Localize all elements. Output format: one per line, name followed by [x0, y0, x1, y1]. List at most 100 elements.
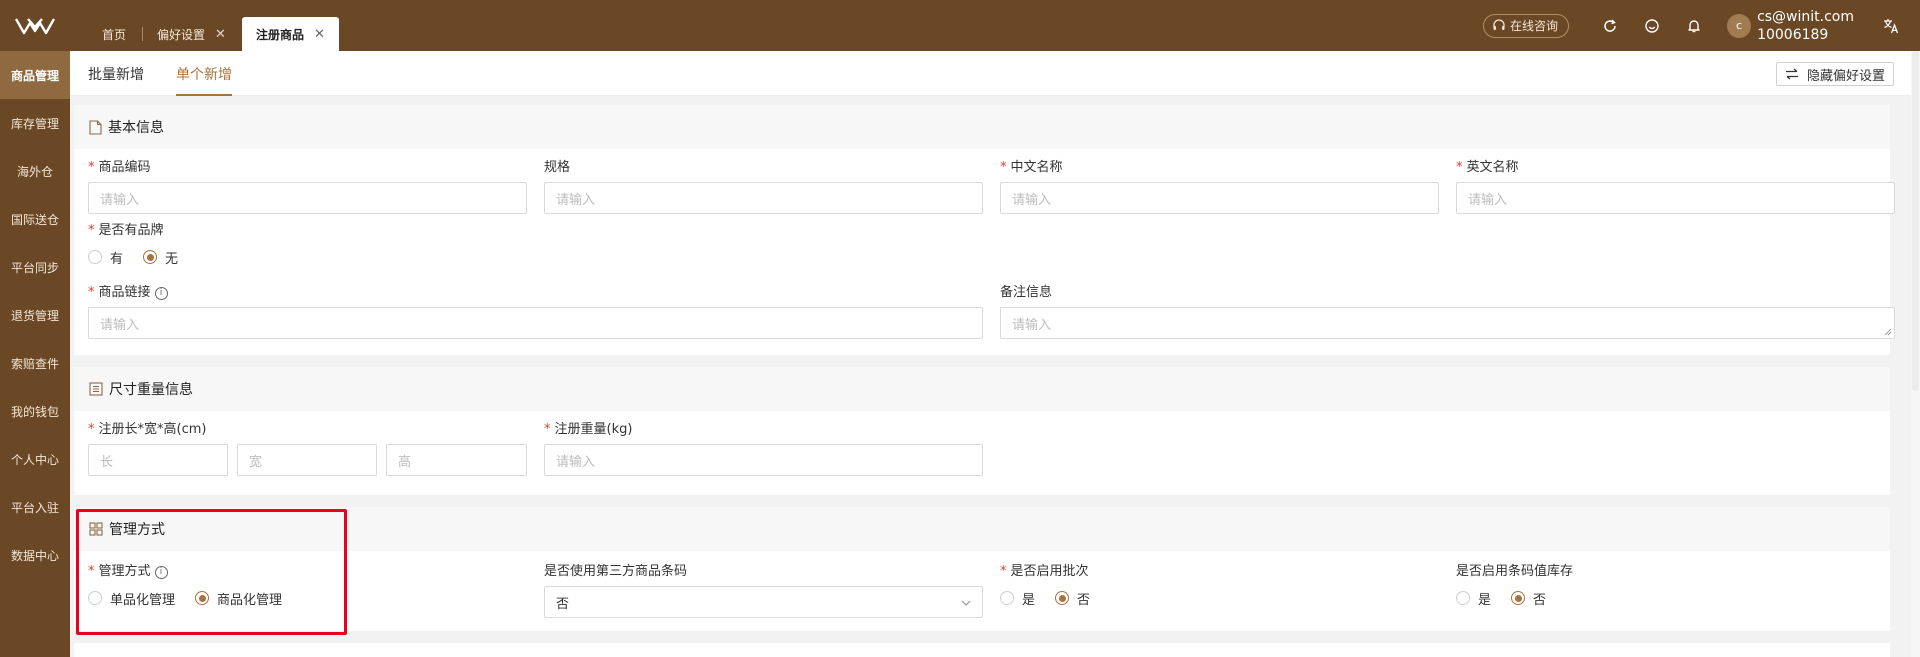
avatar: c	[1727, 13, 1752, 38]
user-id: 10006189	[1757, 26, 1829, 43]
dimensions-inputs: 长 宽 高	[88, 439, 527, 476]
field-label-text: 是否使用第三方商品条码	[544, 564, 688, 579]
chinese-name-input[interactable]: 请输入	[1000, 182, 1439, 214]
sidebar-item-overseas-warehouse[interactable]: 海外仓	[0, 147, 70, 195]
sidebar-item-wallet[interactable]: 我的钱包	[0, 387, 70, 435]
placeholder: 请输入	[100, 317, 140, 333]
hide-preferences-button[interactable]: 隐藏偏好设置	[1775, 62, 1894, 86]
brand-no-radio[interactable]: 无	[143, 248, 178, 267]
radio-circle	[1456, 591, 1470, 605]
sidebar-item-product-management[interactable]: 商品管理	[0, 51, 70, 99]
chinese-name-field: * 中文名称 请输入	[1000, 159, 1439, 214]
page-tabs: 首页 偏好设置 ✕ 注册商品 ✕	[88, 0, 341, 51]
batch-no-radio[interactable]: 否	[1055, 589, 1090, 608]
online-consult-button[interactable]: 在线咨询	[1483, 13, 1570, 38]
required-mark: *	[544, 422, 551, 437]
field-label-text: 英文名称	[1466, 160, 1519, 175]
sidebar-item-personal-center[interactable]: 个人中心	[0, 435, 70, 483]
scrollbar-thumb[interactable]	[1912, 51, 1919, 391]
placeholder: 高	[398, 454, 412, 470]
field-label: 是否启用条码值库存	[1456, 563, 1756, 581]
resize-handle-icon[interactable]	[1884, 328, 1892, 336]
sidebar-item-inventory[interactable]: 库存管理	[0, 99, 70, 147]
close-icon[interactable]: ✕	[215, 27, 226, 42]
placeholder: 请输入	[556, 454, 596, 470]
third-party-barcode-select[interactable]: 否	[544, 586, 983, 618]
barcode-inventory-radio-group: 是 否	[1456, 589, 1756, 608]
field-label: 规格	[544, 159, 983, 177]
sidebar-item-international-delivery[interactable]: 国际送仓	[0, 195, 70, 243]
batch-yes-radio[interactable]: 是	[1000, 589, 1035, 608]
sub-tab-bar: 批量新增 单个新增 隐藏偏好设置	[70, 51, 1920, 96]
logo[interactable]	[0, 0, 70, 51]
dimensions-field: * 注册长*宽*高(cm) 长 宽 高	[88, 421, 527, 476]
placeholder: 请输入	[1012, 317, 1052, 333]
top-bar: 首页 偏好设置 ✕ 注册商品 ✕ 在线咨询 c cs@winit.com 10006…	[0, 0, 1920, 51]
tab-preferences[interactable]: 偏好设置 ✕	[143, 17, 240, 51]
barcode-yes-radio[interactable]: 是	[1456, 589, 1491, 608]
info-icon[interactable]: i	[154, 286, 168, 300]
brand-yes-radio[interactable]: 有	[88, 248, 123, 267]
spec-field: 规格 请输入	[544, 159, 983, 214]
field-label: * 商品链接 i	[88, 284, 983, 302]
next-section-edge	[74, 643, 1890, 657]
remark-textarea[interactable]: 请输入	[1000, 307, 1895, 339]
feedback-button[interactable]	[1631, 0, 1673, 51]
required-mark: *	[88, 285, 95, 300]
height-input[interactable]: 高	[386, 444, 527, 476]
radio-label: 是	[1478, 592, 1492, 608]
field-label-text: 规格	[544, 160, 571, 175]
batch-field: * 是否启用批次 是 否	[1000, 563, 1300, 608]
size-weight-section: 尺寸重量信息 * 注册长*宽*高(cm) 长 宽 高 * 注册重量(kg) 请输入	[74, 367, 1890, 495]
refresh-icon	[1604, 18, 1616, 32]
sidebar-item-platform-onboarding[interactable]: 平台入驻	[0, 483, 70, 531]
language-button[interactable]	[1876, 0, 1906, 51]
field-label: * 注册重量(kg)	[544, 421, 983, 439]
required-mark: *	[1000, 160, 1007, 175]
field-label: * 是否有品牌	[88, 222, 388, 240]
placeholder: 请输入	[1468, 192, 1508, 208]
field-label-text: 是否有品牌	[98, 223, 164, 238]
field-label-text: 中文名称	[1010, 160, 1063, 175]
basic-info-section: 基本信息 * 商品编码 请输入 规格 请输入 * 中文名称 请输入 * 英文名称 请输…	[74, 105, 1895, 355]
weight-input[interactable]: 请输入	[544, 444, 983, 476]
sidebar-item-platform-sync[interactable]: 平台同步	[0, 243, 70, 291]
sidebar-item-label: 退货管理	[10, 308, 59, 323]
sidebar-item-data-center[interactable]: 数据中心	[0, 531, 70, 579]
product-link-input[interactable]: 请输入	[88, 307, 983, 339]
tab-batch-add[interactable]: 批量新增	[88, 51, 144, 96]
user-info: cs@winit.com 10006189	[1757, 8, 1854, 44]
length-input[interactable]: 长	[88, 444, 228, 476]
tab-register-product[interactable]: 注册商品 ✕	[241, 17, 339, 51]
width-input[interactable]: 宽	[237, 444, 377, 476]
headset-icon	[1493, 18, 1505, 30]
field-label-text: 备注信息	[1000, 285, 1053, 300]
spec-input[interactable]: 请输入	[544, 182, 983, 214]
user-menu[interactable]: c cs@winit.com 10006189	[1727, 8, 1854, 44]
field-label-text: 注册长*宽*高(cm)	[98, 422, 207, 437]
required-mark: *	[1000, 564, 1007, 579]
placeholder: 请输入	[100, 192, 140, 208]
tab-home[interactable]: 首页	[88, 17, 140, 51]
remark-field: 备注信息 请输入	[1000, 284, 1895, 339]
tab-single-add[interactable]: 单个新增	[176, 51, 232, 96]
field-label: * 注册长*宽*高(cm)	[88, 421, 527, 439]
sidebar-item-label: 国际送仓	[10, 212, 59, 227]
field-label-text: 是否启用条码值库存	[1456, 564, 1574, 579]
english-name-input[interactable]: 请输入	[1456, 182, 1895, 214]
required-mark: *	[88, 422, 95, 437]
section-header: 基本信息	[74, 105, 1890, 149]
sidebar-item-claims[interactable]: 索赔查件	[0, 339, 70, 387]
chevron-down-icon	[961, 600, 971, 606]
radio-label: 否	[1533, 592, 1547, 608]
main-content: 批量新增 单个新增 隐藏偏好设置 基本信息 * 商品编码 请输入 规格 请输入 *…	[70, 51, 1920, 657]
close-icon[interactable]: ✕	[314, 27, 325, 42]
radio-circle-checked	[1511, 591, 1526, 605]
sidebar-item-returns[interactable]: 退货管理	[0, 291, 70, 339]
highlight-box	[76, 509, 347, 635]
notification-button[interactable]	[1673, 0, 1715, 51]
refresh-button[interactable]	[1589, 0, 1631, 51]
smile-icon	[1645, 18, 1659, 33]
barcode-no-radio[interactable]: 否	[1511, 589, 1546, 608]
sku-input[interactable]: 请输入	[88, 182, 527, 214]
